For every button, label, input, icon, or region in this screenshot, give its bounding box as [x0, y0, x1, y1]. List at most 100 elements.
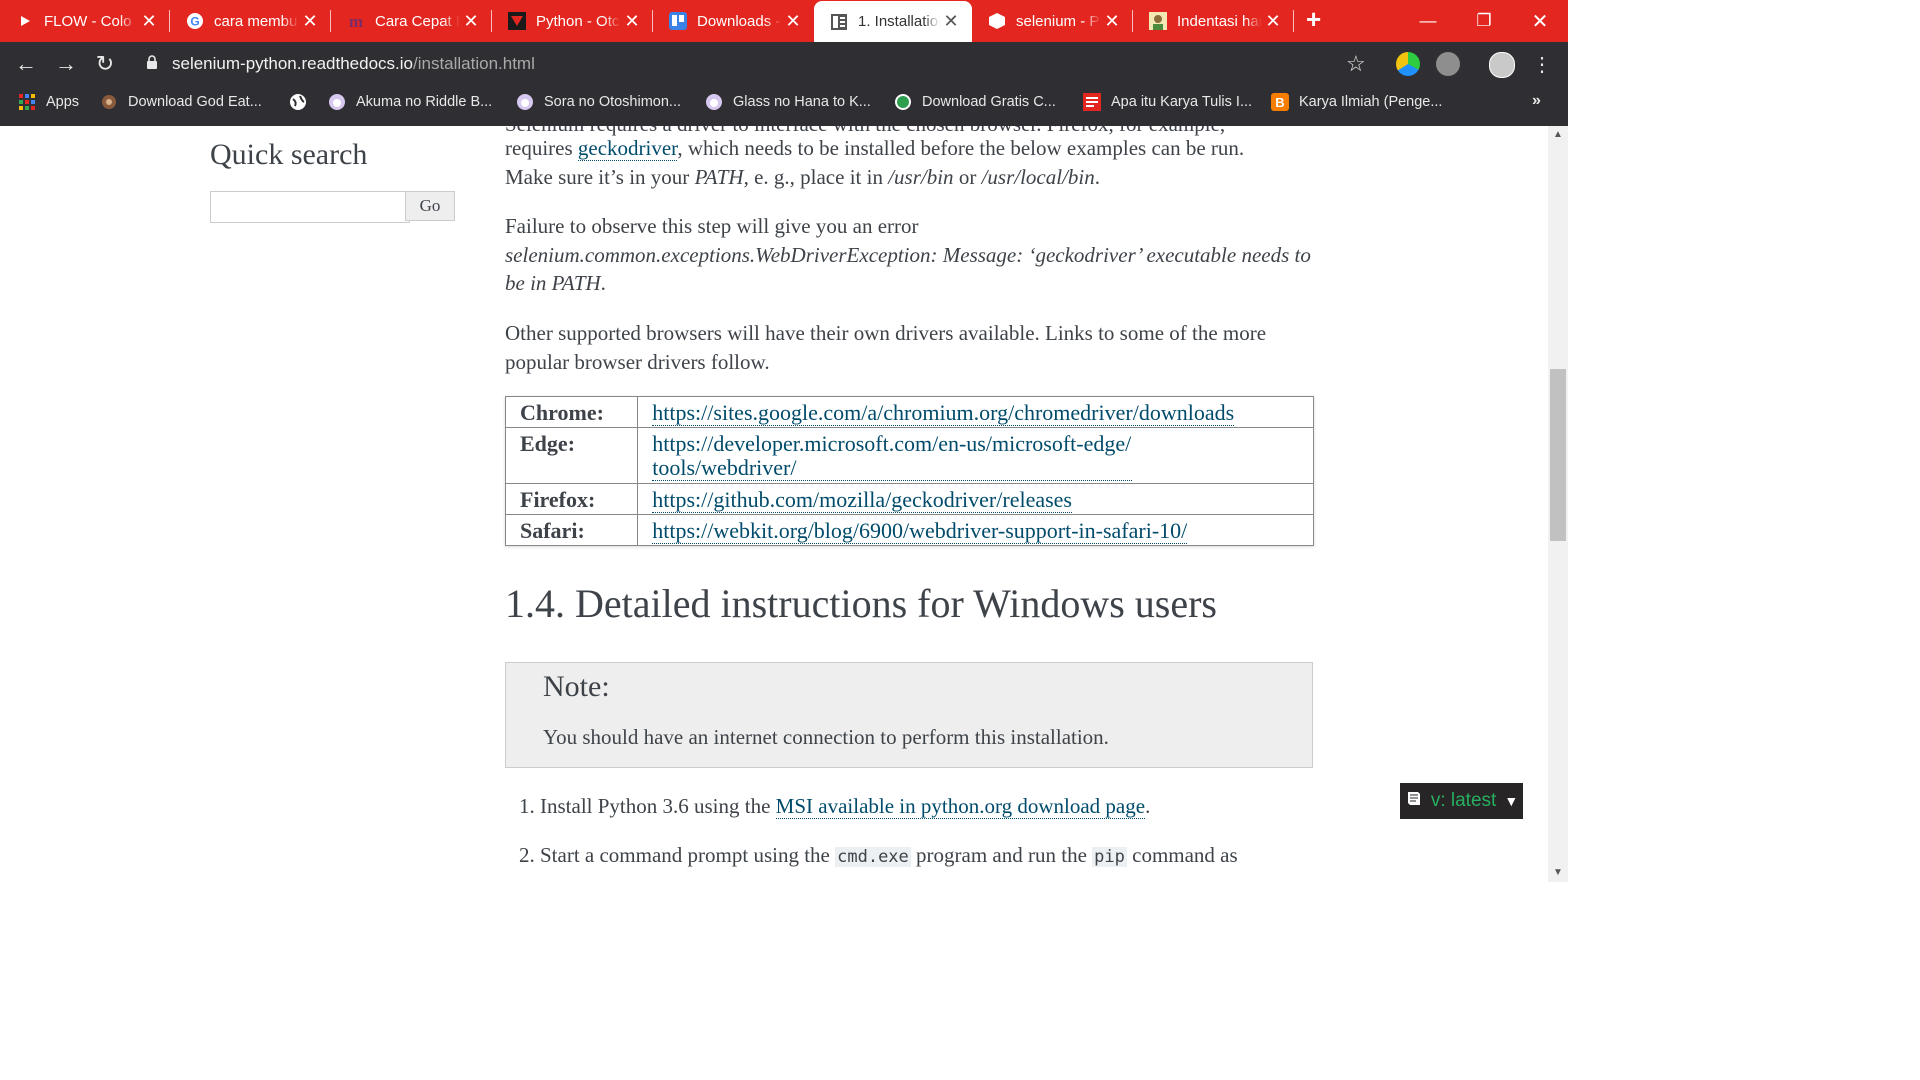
paragraph-error: Failure to observe this step will give y… — [505, 214, 1311, 296]
bookmark-label: Apps — [46, 94, 80, 110]
scrollbar-thumb[interactable] — [1550, 369, 1566, 541]
extension-icon[interactable] — [1396, 52, 1420, 76]
inline-code: cmd.exe — [835, 847, 911, 867]
close-icon[interactable]: ✕ — [621, 11, 643, 32]
table-row: Chrome: https://sites.google.com/a/chrom… — [504, 396, 1314, 428]
tab-title: Downloads - — [697, 12, 781, 30]
tab-python-otc[interactable]: Python - Otc ✕ — [492, 0, 653, 42]
close-icon[interactable]: ✕ — [299, 11, 321, 32]
forward-button[interactable]: → — [50, 48, 82, 80]
docs-icon — [830, 13, 848, 31]
section-heading: 1.4. Detailed instructions for Windows u… — [505, 581, 1217, 626]
tab-indentasi[interactable]: Indentasi har ✕ — [1133, 0, 1294, 42]
blogger-icon: B — [1271, 93, 1289, 111]
lock-icon — [146, 54, 160, 74]
tab-strip: FLOW - Colo ✕ G cara membu ✕ m Cara Cepa… — [0, 0, 1568, 42]
bookmark-label: Glass no Hana to K... — [733, 94, 871, 110]
back-button[interactable]: ← — [10, 48, 42, 80]
table-row: Safari: https://webkit.org/blog/6900/web… — [504, 514, 1314, 546]
bookmark-sora[interactable]: Sora no Otoshimon... — [516, 86, 681, 118]
tab-title: cara membu — [214, 12, 298, 30]
otc-icon — [508, 12, 526, 30]
note-body: You should have an internet connection t… — [543, 725, 1109, 749]
bookmark-glass[interactable]: Glass no Hana to K... — [705, 86, 871, 118]
bookmark-download-gratis[interactable]: Download Gratis C... — [894, 86, 1056, 118]
apps-grid-icon — [18, 93, 36, 111]
anime-icon — [705, 93, 723, 111]
driver-name: Safari — [520, 518, 578, 543]
table-row: Edge: https://developer.microsoft.com/en… — [504, 427, 1314, 484]
url-path: /installation.html — [412, 54, 535, 73]
geckodriver-link[interactable]: geckodriver — [577, 136, 678, 161]
menu-kebab-icon[interactable]: ⋮ — [1526, 48, 1558, 80]
avatar-icon — [1149, 12, 1167, 30]
close-icon[interactable]: ✕ — [138, 11, 160, 32]
bookmark-star-icon[interactable]: ☆ — [1346, 51, 1366, 77]
close-icon[interactable]: ✕ — [1101, 11, 1123, 32]
restore-button[interactable]: ❐ — [1456, 0, 1512, 42]
scroll-down-icon[interactable]: ▼ — [1548, 864, 1568, 882]
caret-down-icon: ▼ — [1504, 793, 1519, 809]
anime-icon — [516, 93, 534, 111]
bookmark-globe[interactable] — [289, 86, 317, 118]
tab-selenium[interactable]: selenium - Py ✕ — [972, 0, 1133, 42]
close-icon[interactable]: ✕ — [460, 11, 482, 32]
driver-name: Chrome — [520, 400, 597, 425]
driver-name: Firefox — [520, 487, 589, 512]
bookmark-label: Akuma no Riddle B... — [356, 94, 493, 110]
svg-text:G: G — [190, 15, 199, 29]
driver-name: Edge — [520, 431, 568, 456]
trello-icon — [669, 12, 687, 30]
tab-title: FLOW - Colo — [44, 12, 132, 30]
address-bar[interactable]: selenium-python.readthedocs.io/installat… — [136, 47, 1388, 81]
paragraph-other-drivers: Other supported browsers will have their… — [505, 321, 1267, 374]
tab-title: selenium - Py — [1016, 12, 1101, 30]
tab-cara-cepat[interactable]: m Cara Cepat M ✕ — [331, 0, 492, 42]
globe-extension-icon[interactable] — [1436, 52, 1460, 76]
bookmark-karya-ilmiah[interactable]: B Karya Ilmiah (Penge... — [1271, 86, 1442, 118]
edge-driver-link[interactable]: https://developer.microsoft.com/en-us/mi… — [652, 432, 1133, 481]
tab-title: Cara Cepat M — [375, 12, 460, 30]
anime-icon — [328, 93, 346, 111]
chrome-driver-link[interactable]: https://sites.google.com/a/chromium.org/… — [652, 400, 1235, 426]
quick-search-input[interactable] — [210, 191, 410, 223]
go-button[interactable]: Go — [405, 191, 455, 221]
reload-button[interactable]: ↻ — [89, 48, 121, 80]
cube-icon — [988, 12, 1006, 30]
bookmark-label: Download Gratis C... — [922, 94, 1056, 110]
bookmark-label: Apa itu Karya Tulis I... — [1111, 94, 1253, 110]
close-icon[interactable]: ✕ — [940, 11, 962, 32]
bookmark-god-eater[interactable]: Download God Eat... — [100, 86, 262, 118]
error-message: selenium.common.exceptions.WebDriverExce… — [505, 242, 1311, 296]
tab-google[interactable]: G cara membu ✕ — [170, 0, 331, 42]
table-row: Firefox: https://github.com/mozilla/geck… — [504, 483, 1314, 515]
google-icon: G — [186, 12, 204, 30]
tab-flow[interactable]: FLOW - Colo ✕ — [0, 0, 170, 42]
bookmark-apps[interactable]: Apps — [18, 86, 79, 118]
bookmark-karya-tulis[interactable]: Apa itu Karya Tulis I... — [1083, 86, 1252, 118]
tab-title: Python - Otc — [536, 12, 620, 30]
green-circle-icon — [894, 93, 912, 111]
close-icon[interactable]: ✕ — [1262, 11, 1284, 32]
tab-downloads[interactable]: Downloads - ✕ — [653, 0, 814, 42]
scroll-up-icon[interactable]: ▲ — [1548, 126, 1568, 144]
window-close-button[interactable]: ✕ — [1512, 0, 1568, 42]
firefox-driver-link[interactable]: https://github.com/mozilla/geckodriver/r… — [652, 487, 1072, 513]
more-bookmarks-icon[interactable]: » — [1532, 92, 1541, 110]
python-msi-link[interactable]: MSI available in python.org download pag… — [775, 794, 1146, 819]
svg-text:B: B — [1275, 95, 1284, 110]
book-icon — [1405, 789, 1423, 813]
new-tab-button[interactable]: + — [1306, 4, 1321, 35]
site-m-icon: m — [347, 12, 365, 30]
close-icon[interactable]: ✕ — [782, 11, 804, 32]
minimize-button[interactable]: — — [1400, 0, 1456, 42]
youtube-icon — [16, 12, 34, 30]
profile-avatar[interactable] — [1489, 52, 1515, 78]
bookmark-akuma[interactable]: Akuma no Riddle B... — [328, 86, 492, 118]
page-scrollbar[interactable]: ▲ ▼ — [1548, 126, 1568, 882]
tab-installation[interactable]: 1. Installation ✕ — [814, 1, 972, 42]
note-title: Note: — [543, 670, 610, 703]
list-item: 1. Install Python 3.6 using the MSI avai… — [519, 794, 1151, 819]
safari-driver-link[interactable]: https://webkit.org/blog/6900/webdriver-s… — [652, 518, 1188, 544]
version-badge[interactable]: v: latest ▼ — [1400, 783, 1523, 819]
